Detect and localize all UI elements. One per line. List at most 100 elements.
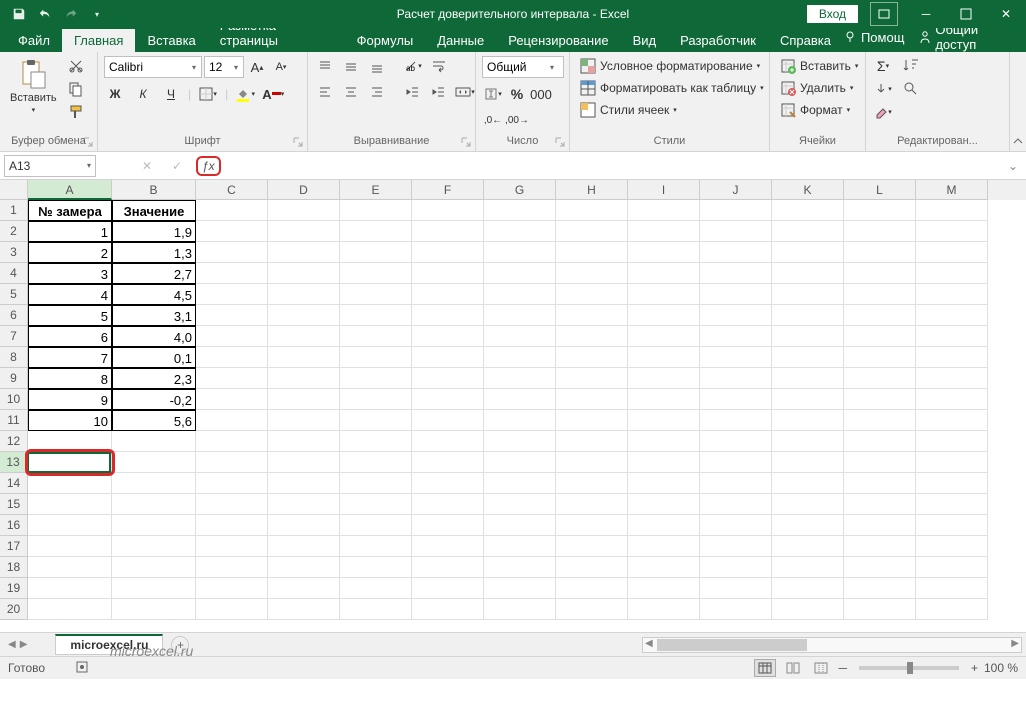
cell[interactable]	[412, 263, 484, 284]
sheet-nav-prev[interactable]: ◀	[8, 639, 16, 650]
cell[interactable]	[772, 578, 844, 599]
cell[interactable]	[844, 389, 916, 410]
cell[interactable]: 0,1	[112, 347, 196, 368]
zoom-level[interactable]: 100 %	[984, 661, 1018, 675]
tab-insert[interactable]: Вставка	[135, 29, 207, 52]
cell[interactable]	[700, 473, 772, 494]
minimize-button[interactable]: ─	[906, 0, 946, 28]
cell[interactable]	[28, 494, 112, 515]
cell[interactable]	[196, 599, 268, 620]
zoom-thumb[interactable]	[907, 662, 913, 674]
cell[interactable]	[196, 536, 268, 557]
cell[interactable]	[28, 473, 112, 494]
orientation-button[interactable]: ab▾	[402, 56, 424, 76]
row-header[interactable]: 10	[0, 389, 28, 410]
cell[interactable]: 3,1	[112, 305, 196, 326]
cell[interactable]: 5,6	[112, 410, 196, 431]
cell[interactable]	[628, 494, 700, 515]
zoom-out-button[interactable]: ─	[838, 661, 847, 675]
cell[interactable]	[916, 557, 988, 578]
cell[interactable]	[412, 410, 484, 431]
cell[interactable]	[772, 242, 844, 263]
merge-button[interactable]: ▾	[454, 82, 476, 102]
cell[interactable]	[700, 599, 772, 620]
cell[interactable]: 6	[28, 326, 112, 347]
cell[interactable]	[916, 473, 988, 494]
row-header[interactable]: 19	[0, 578, 28, 599]
cell[interactable]	[772, 284, 844, 305]
cell[interactable]	[412, 515, 484, 536]
undo-button[interactable]	[34, 3, 56, 25]
borders-button[interactable]: ▾	[197, 84, 219, 104]
cell[interactable]	[340, 221, 412, 242]
cell[interactable]	[700, 347, 772, 368]
cell[interactable]	[628, 515, 700, 536]
cell[interactable]	[268, 200, 340, 221]
cell-styles-button[interactable]: Стили ячеек▾	[576, 100, 681, 120]
cell[interactable]	[340, 515, 412, 536]
tab-help[interactable]: Справка	[768, 29, 843, 52]
col-header-a[interactable]: A	[28, 180, 112, 200]
cell[interactable]	[844, 578, 916, 599]
cell[interactable]	[628, 326, 700, 347]
col-header-b[interactable]: B	[112, 180, 196, 200]
cell[interactable]	[412, 494, 484, 515]
cell[interactable]	[772, 599, 844, 620]
cell[interactable]: 1,3	[112, 242, 196, 263]
cell[interactable]	[196, 431, 268, 452]
cell[interactable]	[196, 473, 268, 494]
cell[interactable]	[844, 410, 916, 431]
cell[interactable]	[412, 578, 484, 599]
cell[interactable]	[340, 347, 412, 368]
align-top-button[interactable]	[314, 56, 336, 76]
format-cells-button[interactable]: Формат▾	[776, 100, 854, 120]
conditional-formatting-button[interactable]: Условное форматирование▾	[576, 56, 764, 76]
cell[interactable]: 1	[28, 221, 112, 242]
cell[interactable]	[268, 599, 340, 620]
cell[interactable]	[112, 452, 196, 473]
cell[interactable]	[268, 578, 340, 599]
cell[interactable]	[556, 578, 628, 599]
cell[interactable]	[700, 452, 772, 473]
row-header[interactable]: 13	[0, 452, 28, 473]
cell[interactable]	[772, 473, 844, 494]
increase-decimal-button[interactable]: ,0←	[482, 110, 504, 130]
row-header[interactable]: 20	[0, 599, 28, 620]
cell[interactable]	[916, 368, 988, 389]
cell[interactable]	[340, 536, 412, 557]
cell[interactable]	[916, 494, 988, 515]
cell[interactable]: 8	[28, 368, 112, 389]
row-header[interactable]: 18	[0, 557, 28, 578]
font-color-button[interactable]: A▾	[262, 84, 284, 104]
decrease-indent-button[interactable]	[402, 82, 424, 102]
cell[interactable]	[628, 368, 700, 389]
row-header[interactable]: 15	[0, 494, 28, 515]
cell[interactable]	[700, 200, 772, 221]
cell[interactable]	[556, 305, 628, 326]
cell[interactable]	[772, 515, 844, 536]
row-header[interactable]: 3	[0, 242, 28, 263]
cell[interactable]	[556, 599, 628, 620]
cell[interactable]	[196, 389, 268, 410]
cell[interactable]	[268, 473, 340, 494]
cell[interactable]	[556, 536, 628, 557]
col-header-h[interactable]: H	[556, 180, 628, 200]
col-header-i[interactable]: I	[628, 180, 700, 200]
percent-button[interactable]: %	[506, 84, 528, 104]
horizontal-scrollbar[interactable]: ◀ ▶	[642, 637, 1022, 653]
cell[interactable]	[268, 347, 340, 368]
cell[interactable]	[340, 305, 412, 326]
copy-button[interactable]	[65, 79, 87, 99]
cell[interactable]	[916, 200, 988, 221]
cell[interactable]	[556, 368, 628, 389]
col-header-j[interactable]: J	[700, 180, 772, 200]
cell[interactable]	[772, 347, 844, 368]
cell[interactable]	[112, 536, 196, 557]
cell[interactable]	[916, 515, 988, 536]
col-header-d[interactable]: D	[268, 180, 340, 200]
cell[interactable]	[916, 242, 988, 263]
cell[interactable]	[340, 494, 412, 515]
cell[interactable]	[700, 494, 772, 515]
cell[interactable]	[916, 578, 988, 599]
cell[interactable]	[700, 284, 772, 305]
